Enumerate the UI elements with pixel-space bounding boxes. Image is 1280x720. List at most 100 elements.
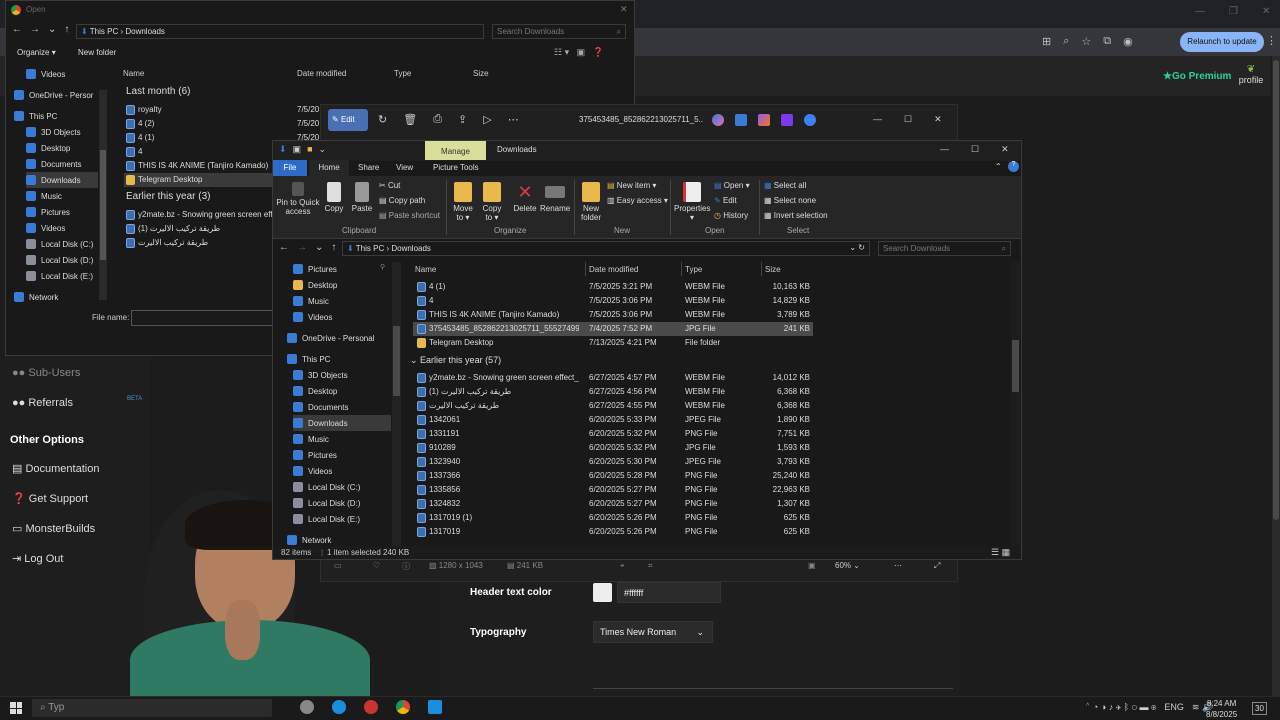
nav-item-network[interactable]: Network <box>14 289 58 305</box>
nav-item-local-disk-c[interactable]: Local Disk (C:) <box>293 479 360 495</box>
nav-item-videos[interactable]: Videos <box>293 463 332 479</box>
clipchamp-icon[interactable] <box>781 114 793 126</box>
sidebar-item-monsterbuilds[interactable]: ▭ MonsterBuilds <box>12 522 95 535</box>
table-row[interactable]: 4 (1) 7/5/2025 3:21 PM WEBM File 10,163 KB <box>413 280 813 294</box>
nav-item-videos[interactable]: Videos <box>293 309 332 325</box>
minimize-icon[interactable]: — <box>1195 6 1205 20</box>
explorer-list-scrollbar[interactable] <box>1011 262 1020 546</box>
nav-item-pictures[interactable]: Pictures <box>293 261 337 277</box>
typography-select[interactable]: Times New Roman ⌄ <box>593 621 713 643</box>
close-icon[interactable]: ✕ <box>1001 144 1009 155</box>
manage-tab[interactable]: Manage <box>425 141 486 160</box>
close-icon[interactable]: ✕ <box>620 4 628 15</box>
customize-icon[interactable]: ⌄ <box>319 144 327 155</box>
group-header[interactable]: Last month (6) <box>126 86 190 97</box>
download-icon[interactable]: ⬇ <box>279 144 287 155</box>
delete-icon[interactable]: 🗑 <box>403 113 417 126</box>
photos-icon[interactable] <box>428 700 442 714</box>
relaunch-button[interactable]: Relaunch to update <box>1180 32 1264 52</box>
profile-link[interactable]: ❦ profile <box>1237 64 1265 85</box>
close-icon[interactable]: ✕ <box>934 114 942 125</box>
nav-item-this-pc[interactable]: This PC <box>14 108 57 124</box>
table-row[interactable]: 1324832 6/20/2025 5:27 PM PNG File 1,307 KB <box>413 497 813 511</box>
pin-quick-access-button[interactable]: Pin to Quick access <box>276 182 320 216</box>
color-swatch[interactable] <box>593 583 612 602</box>
cloud-icon[interactable] <box>804 114 816 126</box>
paint-icon[interactable] <box>758 114 770 126</box>
favorite-icon[interactable]: ♡ <box>373 561 380 570</box>
col-date[interactable]: Date modified <box>297 69 346 78</box>
table-row[interactable]: 910289 6/20/2025 5:32 PM JPG File 1,593 KB <box>413 441 813 455</box>
properties-button[interactable]: Properties ▾ <box>674 182 710 222</box>
table-row[interactable]: 375453485_852862213025711_5552749934... 7… <box>413 322 813 336</box>
actual-size-icon[interactable]: ▣ <box>808 561 816 570</box>
edit-button[interactable]: ✎ Edit <box>328 109 368 131</box>
nav-item-desktop[interactable]: Desktop <box>26 140 70 156</box>
fullscreen-icon[interactable]: ⤢ <box>934 561 940 571</box>
back-icon[interactable]: ← <box>279 242 289 253</box>
table-row[interactable]: 1323940 6/20/2025 5:30 PM JPEG File 3,793 K… <box>413 455 813 469</box>
close-icon[interactable]: ✕ <box>1262 6 1270 20</box>
sidebar-item-get-support[interactable]: ❓ Get Support <box>12 492 88 505</box>
copilot-icon[interactable] <box>712 114 724 126</box>
move-to-button[interactable]: Move to ▾ <box>451 182 475 222</box>
nav-item-this-pc[interactable]: This PC <box>287 351 330 367</box>
translate-icon[interactable]: ⊞ <box>1042 35 1051 48</box>
col-date-modified[interactable]: Date modified <box>589 265 638 274</box>
minimize-icon[interactable]: — <box>873 114 882 125</box>
nav-item-local-disk-e[interactable]: Local Disk (E:) <box>293 511 360 527</box>
profile-icon[interactable]: ◉ <box>1123 35 1133 48</box>
explorer-group-header[interactable]: ⌄ Earlier this year (57) <box>410 355 501 366</box>
maximize-icon[interactable]: ☐ <box>971 144 979 155</box>
table-row[interactable]: طريقة تركيب الاليرت 6/27/2025 4:55 PM WEBM… <box>413 399 813 413</box>
paste-button[interactable]: Paste <box>350 182 374 213</box>
select-all-button[interactable]: ▦ Select all <box>764 181 806 190</box>
nav-item-local-disk-e[interactable]: Local Disk (E:) <box>26 268 93 284</box>
language-indicator[interactable]: ENG <box>1164 702 1184 713</box>
tab-share[interactable]: Share <box>358 163 379 172</box>
tab-picture-tools[interactable]: Picture Tools <box>433 163 479 172</box>
col-name[interactable]: Name <box>415 265 436 274</box>
extensions-icon[interactable]: ⧉ <box>1103 35 1111 48</box>
nav-item-downloads[interactable]: Downloads <box>26 172 98 188</box>
nav-item-music[interactable]: Music <box>293 293 329 309</box>
nav-item-music[interactable]: Music <box>26 188 62 204</box>
designer-icon[interactable] <box>735 114 747 126</box>
group-header[interactable]: Earlier this year (3) <box>126 191 210 202</box>
help-icon[interactable]: ? <box>1008 161 1019 172</box>
up-icon[interactable]: ↑ <box>331 242 336 253</box>
table-row[interactable]: طريقة تركيب الاليرت (1) 6/27/2025 4:56 PM… <box>413 385 813 399</box>
dropdown-icon[interactable]: ⌄ <box>48 24 56 35</box>
cut-button[interactable]: ✂ Cut <box>379 181 400 190</box>
go-premium-link[interactable]: ★Go Premium <box>1163 71 1231 82</box>
nav-item-pictures[interactable]: Pictures <box>293 447 337 463</box>
table-row[interactable]: THIS IS 4K ANIME (Tanjiro Kamado) 7/5/202… <box>413 308 813 322</box>
explorer-nav-scrollbar[interactable] <box>392 262 401 546</box>
forward-icon[interactable]: → <box>297 242 307 253</box>
chrome-icon[interactable] <box>396 700 410 714</box>
details-view-icon[interactable]: ☰ ▦ <box>991 547 1010 558</box>
tab-view[interactable]: View <box>396 163 413 172</box>
recent-dropdown-icon[interactable]: ⌄ <box>315 242 323 253</box>
nav-item-local-disk-d[interactable]: Local Disk (D:) <box>293 495 360 511</box>
new-folder-button[interactable]: New folder <box>578 182 604 222</box>
nav-item-documents[interactable]: Documents <box>26 156 81 172</box>
nav-item-network[interactable]: Network <box>287 532 331 546</box>
organize-button[interactable]: Organize ▾ <box>17 48 56 57</box>
fit-icon[interactable]: ⌖ <box>620 561 625 571</box>
share-icon[interactable]: ⇪ <box>458 113 467 126</box>
folder-icon[interactable]: ■ <box>307 144 312 155</box>
nav-item-videos[interactable]: Videos <box>26 220 65 236</box>
collapse-ribbon-icon[interactable]: ⌃ <box>995 162 1002 171</box>
refresh-icon[interactable]: ⌄ ↻ <box>849 243 865 252</box>
page-scrollbar[interactable] <box>1272 56 1280 696</box>
header-text-color-input[interactable]: #ffffff <box>617 582 721 603</box>
nav-item-3d-objects[interactable]: 3D Objects <box>26 124 81 140</box>
maximize-icon[interactable]: ❐ <box>1229 6 1238 20</box>
sidebar-item-log-out[interactable]: ⇥ Log Out <box>12 552 63 565</box>
col-size[interactable]: Size <box>473 69 489 78</box>
taskbar-search[interactable]: ⌕ Typ <box>32 699 272 717</box>
nav-item-pictures[interactable]: Pictures <box>26 204 70 220</box>
more-icon[interactable]: ⋯ <box>508 113 519 126</box>
sidebar-item-sub-users[interactable]: ●● Sub-Users <box>12 367 80 379</box>
